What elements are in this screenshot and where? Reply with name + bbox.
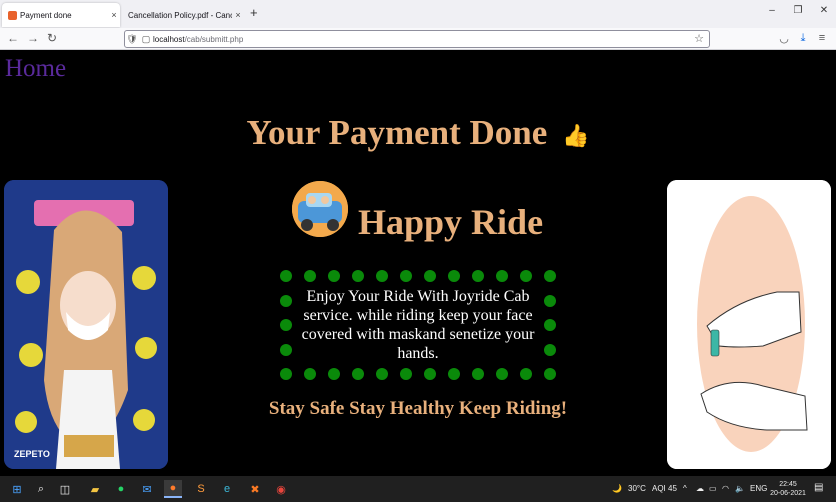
border-dot (424, 270, 436, 282)
border-dot (472, 368, 484, 380)
url-host: localhost (153, 34, 185, 44)
new-tab-button[interactable]: + (250, 5, 258, 20)
shield-icon[interactable]: 🛡 (125, 34, 139, 45)
border-dot (280, 294, 292, 307)
maximize-button[interactable]: ❐ (788, 5, 808, 16)
border-dot (496, 270, 508, 282)
avatar-mask-image: ZEPETO (4, 180, 168, 469)
back-button[interactable]: ← (5, 31, 21, 45)
clock-time: 22:45 (779, 481, 797, 488)
notification-icon[interactable]: ▤ (814, 482, 823, 493)
aqi-readout[interactable]: AQI 45 (652, 484, 677, 493)
volume-icon[interactable]: 🔈 (735, 484, 745, 493)
happy-ride-text: Happy Ride (358, 202, 544, 242)
mail-icon[interactable]: ✉ (138, 480, 156, 498)
tab-title: Payment done (20, 10, 72, 20)
xampp-favicon-icon (8, 10, 17, 20)
cloud-icon[interactable]: ☁ (696, 484, 704, 493)
navigation-bar: ← → ↻ 🛡 ▢ localhost/cab/submitt.php ☆ ◡ … (0, 28, 836, 50)
clock[interactable]: 22:45 20-06-2021 (768, 480, 808, 498)
chrome-icon[interactable]: ◉ (272, 480, 290, 498)
border-dot (376, 270, 388, 282)
border-dot (328, 368, 340, 380)
sublime-text-icon[interactable]: S (192, 480, 210, 498)
minimize-button[interactable]: – (762, 5, 782, 16)
search-icon[interactable]: ⌕ (32, 480, 50, 498)
border-dot (544, 368, 556, 380)
border-dot (304, 270, 316, 282)
chevron-up-icon[interactable]: ^ (683, 484, 687, 493)
border-dot (448, 368, 460, 380)
border-dot (280, 319, 292, 331)
tab-payment-done[interactable]: Payment done × (2, 3, 120, 27)
happy-ride-section: Happy Ride (292, 179, 552, 243)
weather-icon[interactable]: 🌙 (612, 484, 622, 493)
close-window-button[interactable]: ✕ (814, 5, 834, 16)
border-dot (400, 368, 412, 380)
border-dot (544, 294, 556, 307)
bookmark-star-icon[interactable]: ☆ (694, 32, 704, 45)
border-dot (544, 270, 556, 282)
border-dot (352, 368, 364, 380)
battery-icon[interactable]: ▭ (709, 484, 717, 493)
thumbs-up-icon: 👍 (562, 122, 590, 148)
message-box: Enjoy Your Ride With Joyride Cab service… (280, 270, 556, 380)
wifi-icon[interactable]: ◠ (722, 484, 729, 493)
menu-icon[interactable]: ≡ (815, 32, 829, 44)
pocket-icon[interactable]: ◡ (777, 32, 791, 45)
border-dot (352, 270, 364, 282)
ride-message: Enjoy Your Ride With Joyride Cab service… (301, 288, 535, 362)
task-view-icon[interactable]: ◫ (56, 480, 74, 498)
tab-bar: Payment done × Cancellation Policy.pdf -… (0, 0, 836, 28)
start-icon[interactable]: ⊞ (8, 480, 26, 498)
border-dot (448, 270, 460, 282)
border-dot (304, 368, 316, 380)
whatsapp-icon[interactable]: ● (112, 480, 130, 498)
home-link[interactable]: Home (5, 55, 66, 83)
language-indicator[interactable]: ENG (750, 484, 767, 493)
car-icon (292, 181, 348, 237)
reload-button[interactable]: ↻ (44, 31, 60, 45)
border-dot (496, 368, 508, 380)
weather-temp[interactable]: 30°C (628, 484, 646, 493)
border-dot (544, 343, 556, 356)
border-dot (280, 270, 292, 282)
edge-icon[interactable]: e (218, 480, 236, 498)
windows-taskbar: ⊞ ⌕ ◫ ▰ ● ✉ ● S e ✖ ◉ 🌙 30°C AQI 45 ^ ☁ … (0, 476, 836, 502)
tab-close-icon[interactable]: × (232, 10, 244, 20)
page-info-icon[interactable]: ▢ (139, 34, 153, 45)
url-path: /cab/submitt.php (184, 34, 244, 44)
avatar-illustration: ZEPETO (4, 180, 168, 469)
border-dot (376, 368, 388, 380)
hand-sanitizer-image (667, 180, 831, 469)
clock-date: 20-06-2021 (770, 490, 806, 497)
border-dot (520, 368, 532, 380)
border-dot (424, 368, 436, 380)
firefox-icon[interactable]: ● (164, 480, 182, 498)
tab-cancellation-policy[interactable]: Cancellation Policy.pdf - Cancellatio × (124, 3, 244, 27)
forward-button[interactable]: → (25, 31, 41, 45)
tab-title: Cancellation Policy.pdf - Cancellatio (128, 10, 232, 20)
zepeto-watermark: ZEPETO (14, 449, 50, 459)
border-dot (472, 270, 484, 282)
border-dot (280, 343, 292, 356)
address-bar[interactable]: 🛡 ▢ localhost/cab/submitt.php ☆ (124, 30, 710, 48)
page-content: Home Your Payment Done 👍 ZEPETO Happy Ri… (0, 51, 836, 476)
border-dot (520, 270, 532, 282)
border-dot (544, 319, 556, 331)
download-icon[interactable]: ⤓ (796, 32, 810, 45)
payment-heading: Your Payment Done 👍 (0, 113, 836, 153)
xampp-icon[interactable]: ✖ (246, 480, 264, 498)
payment-heading-text: Your Payment Done (246, 113, 548, 152)
file-explorer-icon[interactable]: ▰ (86, 480, 104, 498)
border-dot (280, 368, 292, 380)
sanitizer-illustration (667, 180, 831, 469)
border-dot (328, 270, 340, 282)
tab-close-icon[interactable]: × (108, 10, 120, 20)
border-dot (400, 270, 412, 282)
